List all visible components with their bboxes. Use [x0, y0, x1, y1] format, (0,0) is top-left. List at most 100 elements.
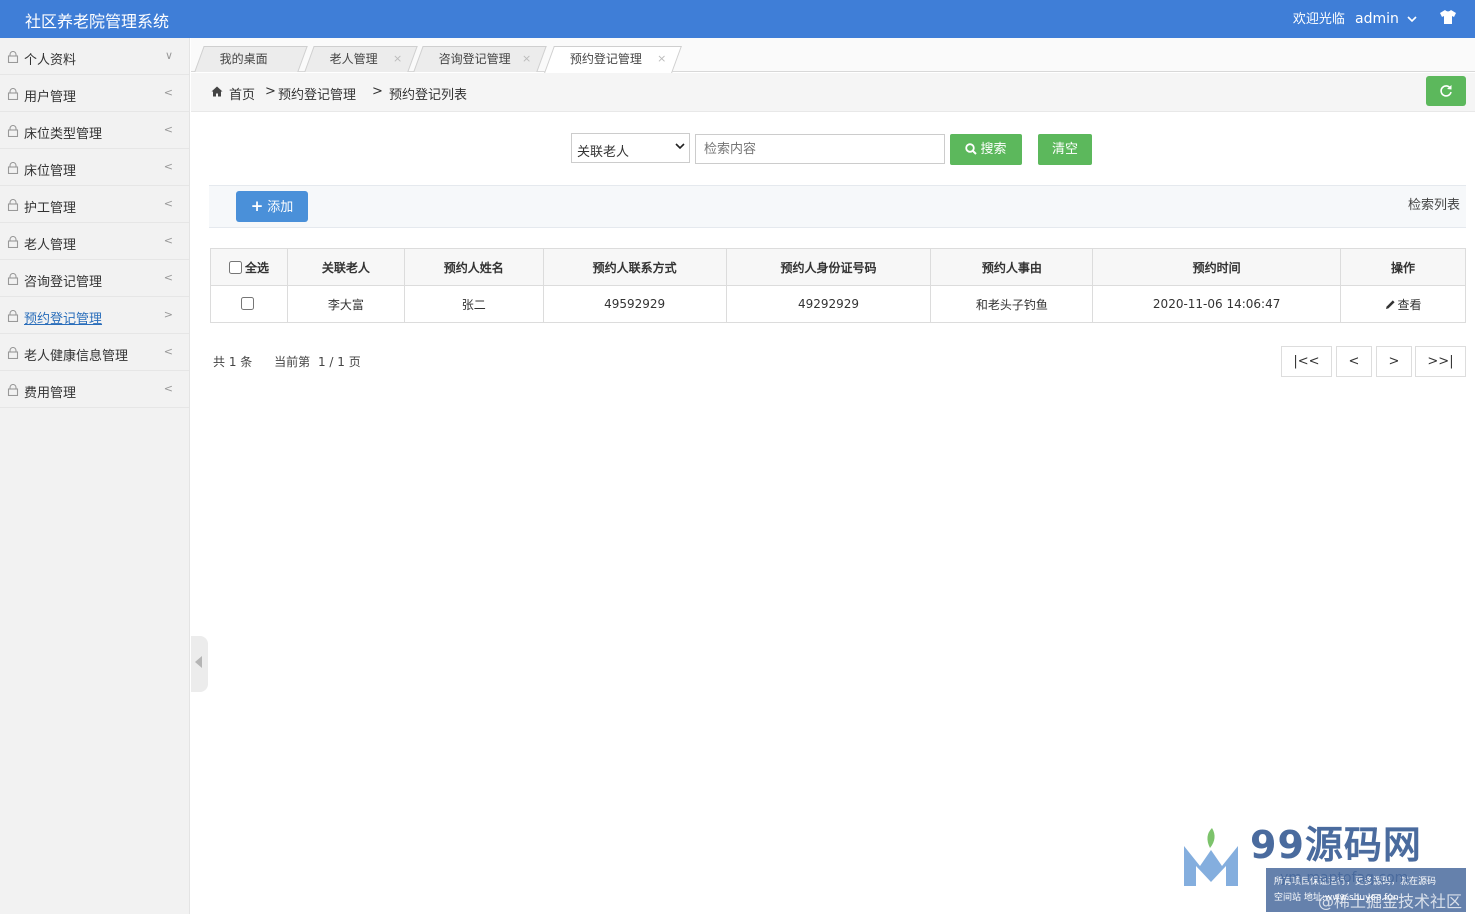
sidebar-item-label: 个人资料 [24, 53, 77, 68]
tab-bar: 我的桌面 老人管理 × 咨询登记管理 × 预约登记管理 × [191, 38, 1475, 73]
lock-icon [7, 384, 19, 396]
home-icon [211, 86, 223, 97]
lock-icon [7, 347, 19, 359]
sidebar-item-label[interactable]: 预约登记管理 [24, 308, 102, 327]
list-toolbar: + 添加 检索列表 [209, 185, 1466, 228]
user-menu[interactable]: 欢迎光临 admin [1293, 8, 1417, 27]
search-button[interactable]: 搜索 [950, 134, 1022, 165]
watermark-signature: @稀土掘金技术社区 [1317, 892, 1462, 911]
cell-reason: 和老头子钓鱼 [930, 285, 1094, 323]
sidebar-item-health-info[interactable]: 老人健康信息管理 < [0, 334, 189, 371]
lock-icon [7, 199, 19, 211]
chevron-left-icon: < [163, 197, 173, 210]
chevron-down-icon[interactable] [1407, 15, 1417, 26]
sidebar-item-fees[interactable]: 费用管理 < [0, 371, 189, 408]
lock-icon [7, 162, 19, 174]
lock-icon [7, 236, 19, 248]
triangle-left-icon [195, 656, 202, 668]
search-icon [965, 143, 978, 155]
cell-name: 张二 [403, 285, 544, 323]
chevron-left-icon: < [163, 382, 173, 395]
lock-icon [7, 88, 19, 100]
sidebar-item-appointments[interactable]: 预约登记管理 > [0, 297, 189, 334]
select-all-label: 全选 [244, 260, 269, 275]
username[interactable]: admin [1355, 11, 1399, 27]
add-button[interactable]: + 添加 [236, 191, 308, 222]
lock-icon [7, 310, 19, 322]
next-page-button[interactable]: > [1376, 346, 1412, 377]
watermark-site: ym.maptofaq.com [1280, 870, 1409, 886]
chevron-left-icon: < [163, 86, 173, 99]
select-all-checkbox[interactable] [228, 260, 242, 274]
page-count: 1 / 1 页 [317, 355, 361, 369]
chevron-left-icon: < [163, 271, 173, 284]
view-link-label: 查看 [1397, 297, 1422, 312]
lock-icon [7, 51, 19, 63]
select-all-header[interactable]: 全选 [210, 248, 288, 286]
tab-elders[interactable]: 老人管理 × [304, 46, 418, 72]
breadcrumb-level1[interactable]: 预约登记管理 [278, 84, 356, 103]
prev-page-button[interactable]: < [1336, 346, 1372, 377]
close-icon[interactable]: × [657, 47, 666, 71]
sidebar-item-label: 老人健康信息管理 [24, 349, 129, 364]
tab-consultation[interactable]: 咨询登记管理 × [413, 46, 547, 72]
tab-label: 我的桌面 [219, 52, 268, 66]
sidebar-item-label: 护工管理 [24, 201, 77, 216]
tab-appointments[interactable]: 预约登记管理 × [544, 46, 682, 73]
sidebar-item-label: 床位管理 [24, 164, 77, 179]
column-header: 预约人联系方式 [542, 248, 727, 286]
sidebar-item-users[interactable]: 用户管理 < [0, 75, 189, 112]
top-header: 社区养老院管理系统 欢迎光临 admin [0, 0, 1475, 38]
sidebar-item-beds[interactable]: 床位管理 < [0, 149, 189, 186]
column-header: 预约人姓名 [403, 248, 544, 286]
current-page-label: 当前第 [274, 355, 311, 369]
breadcrumb-separator: > [372, 84, 383, 99]
sidebar-item-label: 用户管理 [24, 90, 77, 105]
cell-phone: 49592929 [542, 285, 727, 323]
chevron-down-icon: ∨ [164, 49, 173, 62]
tab-desktop[interactable]: 我的桌面 [194, 46, 308, 72]
refresh-button[interactable] [1426, 76, 1466, 106]
sidebar-item-elders[interactable]: 老人管理 < [0, 223, 189, 260]
sidebar-item-bed-types[interactable]: 床位类型管理 < [0, 112, 189, 149]
search-input[interactable] [695, 134, 945, 164]
chevron-left-icon: < [163, 345, 173, 358]
first-page-button[interactable]: |<< [1281, 346, 1332, 377]
close-icon[interactable]: × [522, 47, 531, 71]
view-link[interactable]: 查看 [1385, 298, 1422, 312]
row-select-cell[interactable] [210, 285, 288, 323]
last-page-button[interactable]: >>| [1415, 346, 1466, 377]
sidebar-item-label: 费用管理 [24, 386, 77, 401]
row-checkbox[interactable] [240, 297, 254, 310]
lock-icon [7, 273, 19, 285]
column-header: 预约人身份证号码 [725, 248, 932, 286]
welcome-text: 欢迎光临 [1292, 12, 1345, 27]
chevron-left-icon: < [163, 123, 173, 136]
cell-elder: 李大富 [286, 285, 405, 323]
sidebar-collapse-toggle[interactable] [191, 636, 208, 692]
sidebar-item-caregivers[interactable]: 护工管理 < [0, 186, 189, 223]
clear-button[interactable]: 清空 [1038, 134, 1092, 165]
chevron-down-icon [675, 140, 685, 153]
lock-icon [7, 125, 19, 137]
list-title: 检索列表 [1407, 198, 1460, 213]
sidebar-item-consultation[interactable]: 咨询登记管理 < [0, 260, 189, 297]
chevron-right-icon: > [163, 308, 173, 321]
breadcrumb-separator: > [265, 84, 276, 99]
appointments-table: 全选 关联老人 预约人姓名 预约人联系方式 预约人身份证号码 预约人事由 预约时… [210, 248, 1466, 323]
column-header: 预约时间 [1092, 248, 1342, 286]
sidebar-item-label: 咨询登记管理 [24, 275, 103, 290]
close-icon[interactable]: × [393, 47, 402, 71]
sidebar-item-label: 床位类型管理 [24, 127, 103, 142]
sidebar-item-profile[interactable]: 个人资料 ∨ [0, 38, 189, 75]
chevron-left-icon: < [163, 234, 173, 247]
column-header: 关联老人 [286, 248, 405, 286]
cell-time: 2020-11-06 14:06:47 [1092, 285, 1342, 323]
cell-action: 查看 [1340, 285, 1466, 323]
search-field-select[interactable]: 关联老人 [571, 133, 690, 163]
breadcrumb: 首页 > 预约登记管理 > 预约登记列表 [191, 73, 1475, 112]
breadcrumb-home[interactable]: 首页 [229, 84, 255, 103]
shirt-icon[interactable] [1439, 9, 1457, 25]
column-header: 操作 [1340, 248, 1466, 286]
sidebar-item-label: 老人管理 [24, 238, 77, 253]
